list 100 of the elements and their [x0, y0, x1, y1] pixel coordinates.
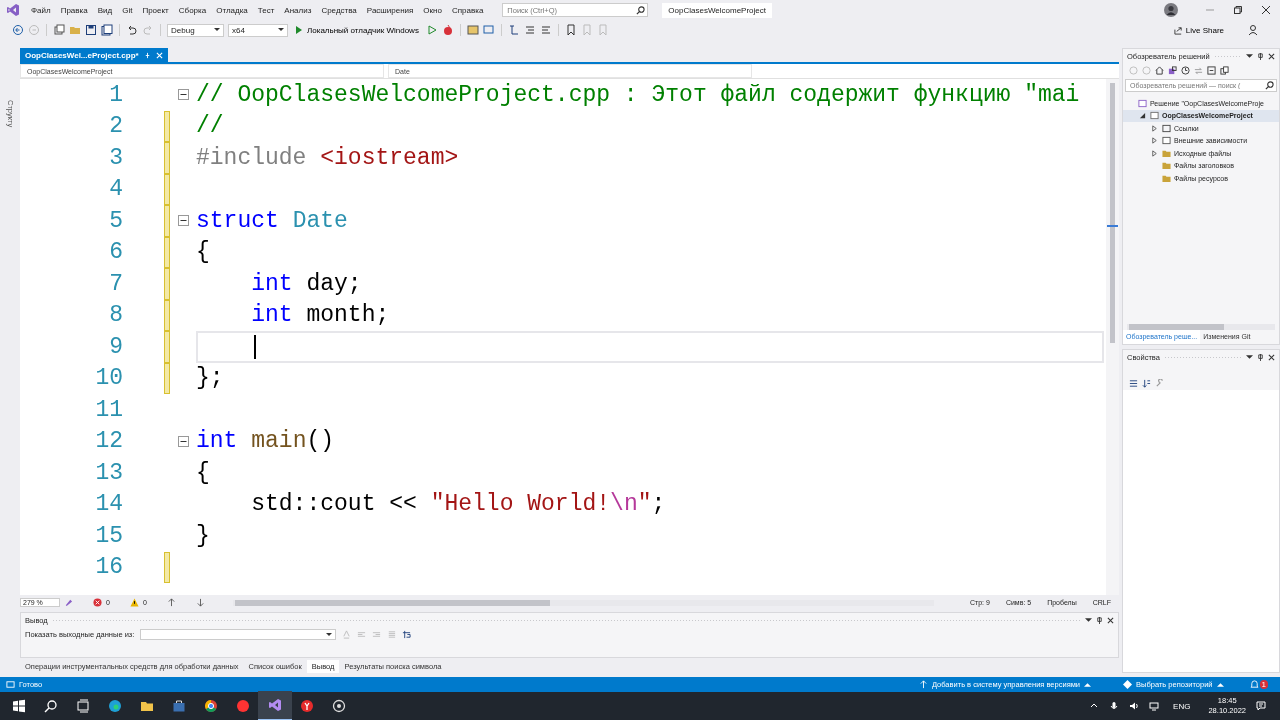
menu-item[interactable]: Средства [316, 5, 362, 15]
notification-center-icon[interactable] [1256, 701, 1266, 711]
line-number: 13 [94, 459, 123, 486]
flame-icon[interactable] [441, 24, 454, 36]
close-icon[interactable] [1268, 353, 1275, 361]
menu-item[interactable]: Проект [137, 5, 174, 15]
text-cursor [254, 334, 256, 359]
status-icon [6, 680, 15, 689]
collapse-all-icon[interactable] [1207, 65, 1216, 75]
history-icon[interactable] [1181, 65, 1190, 75]
folder-icon[interactable] [140, 699, 154, 713]
copy-icon[interactable] [1220, 65, 1229, 75]
bookmark-icon[interactable] [564, 24, 577, 36]
indent-icon[interactable] [523, 24, 536, 36]
step-icon[interactable] [507, 24, 520, 36]
feedback-icon[interactable] [1248, 24, 1260, 36]
task-view-icon[interactable] [76, 699, 90, 713]
pin-icon[interactable] [1257, 353, 1264, 361]
save-all-icon[interactable] [101, 24, 113, 36]
menu-item[interactable]: Расширения [361, 5, 419, 15]
scrollbar-thumb[interactable] [234, 599, 550, 606]
home-icon[interactable] [1155, 65, 1164, 75]
line-number: 3 [108, 144, 123, 171]
menu-item[interactable]: Git [117, 5, 138, 15]
expanded-arrow-icon[interactable] [1138, 112, 1146, 120]
network-icon[interactable] [1149, 701, 1160, 711]
menu-item[interactable]: Отладка [211, 5, 253, 15]
windows-start-icon[interactable] [12, 699, 26, 713]
new-project-icon[interactable] [53, 24, 65, 36]
browser-icon[interactable] [108, 699, 122, 713]
run-button[interactable]: Локальный отладчик Windows [292, 25, 422, 35]
code-line: int main() [196, 428, 335, 455]
window-icon[interactable] [466, 24, 479, 36]
save-icon[interactable] [85, 24, 97, 36]
line-number: 12 [94, 428, 123, 455]
outdent-icon[interactable] [539, 24, 552, 36]
language-indicator[interactable]: ENG [1173, 701, 1191, 711]
platform-dropdown[interactable]: x64 [228, 23, 288, 37]
collapse-icon[interactable] [178, 215, 189, 227]
browser-icon[interactable] [300, 699, 314, 713]
error-icon[interactable] [93, 598, 102, 607]
collapsed-arrow-icon[interactable] [1150, 149, 1158, 157]
collapse-icon[interactable] [178, 89, 189, 101]
close-icon[interactable] [1268, 52, 1275, 60]
dropdown-icon[interactable] [1246, 52, 1253, 60]
undo-icon[interactable] [126, 24, 138, 36]
menu-item[interactable]: Окно [418, 5, 447, 15]
screen-icon[interactable] [482, 24, 495, 36]
caret-icon [278, 28, 284, 32]
collapsed-arrow-icon[interactable] [1150, 124, 1158, 132]
scrollbar-thumb[interactable] [1110, 83, 1115, 343]
store-icon[interactable] [172, 699, 186, 713]
live-share-button[interactable]: Live Share [1167, 24, 1230, 36]
play-outline-icon[interactable] [425, 24, 438, 36]
configuration-dropdown[interactable]: Debug [167, 23, 224, 37]
caret-icon [1216, 681, 1224, 688]
brush-icon[interactable] [64, 598, 73, 607]
search-icon[interactable] [44, 699, 58, 713]
code-line: int day; [250, 270, 362, 297]
notification-icon[interactable] [1249, 680, 1259, 689]
menu-item[interactable]: Файл [26, 5, 56, 15]
warning-icon[interactable] [129, 598, 139, 607]
down-arrow-icon[interactable] [195, 598, 205, 607]
restore-icon[interactable] [1233, 5, 1243, 15]
collapsed-arrow-icon[interactable] [1150, 137, 1158, 145]
microphone-icon[interactable] [1109, 701, 1120, 711]
code-line: #include <iostream> [196, 144, 459, 171]
visual-studio-icon[interactable] [258, 691, 292, 720]
avatar[interactable] [1164, 3, 1178, 17]
code-line: } [196, 522, 210, 549]
line-number: 5 [108, 207, 123, 234]
menu-item[interactable]: Справка [446, 5, 489, 15]
project-icon [1162, 136, 1171, 146]
sort-icon[interactable] [1142, 378, 1151, 388]
pin-icon[interactable] [1096, 616, 1103, 624]
caret-icon [326, 632, 333, 637]
menu-item[interactable]: Сборка [173, 5, 212, 15]
menu-item[interactable]: Тест [252, 5, 280, 15]
dropdown-icon[interactable] [1246, 353, 1253, 361]
menu-item[interactable]: Правка [55, 5, 93, 15]
categories-icon[interactable] [1129, 378, 1138, 388]
speaker-icon[interactable] [1129, 701, 1140, 711]
window-title: OopClasesWelcomeProject [662, 2, 772, 18]
pin-icon[interactable] [1257, 52, 1264, 60]
back-icon[interactable] [12, 24, 24, 36]
line-number: 14 [94, 491, 123, 518]
word-wrap-icon[interactable] [402, 630, 412, 639]
close-icon[interactable] [1107, 616, 1114, 624]
line-number: 4 [108, 176, 123, 203]
collapse-icon[interactable] [178, 435, 189, 447]
chrome-icon[interactable] [204, 699, 218, 713]
menu-item[interactable]: Анализ [279, 5, 317, 15]
dropdown-icon[interactable] [1085, 616, 1092, 624]
line-number: 15 [94, 522, 123, 549]
switch-view-icon[interactable] [1168, 65, 1177, 75]
app-icon[interactable] [332, 699, 346, 713]
close-icon[interactable] [1261, 5, 1271, 15]
menu-item[interactable]: Вид [92, 5, 118, 15]
line-number: 7 [108, 270, 123, 297]
up-arrow-icon[interactable] [166, 598, 176, 607]
